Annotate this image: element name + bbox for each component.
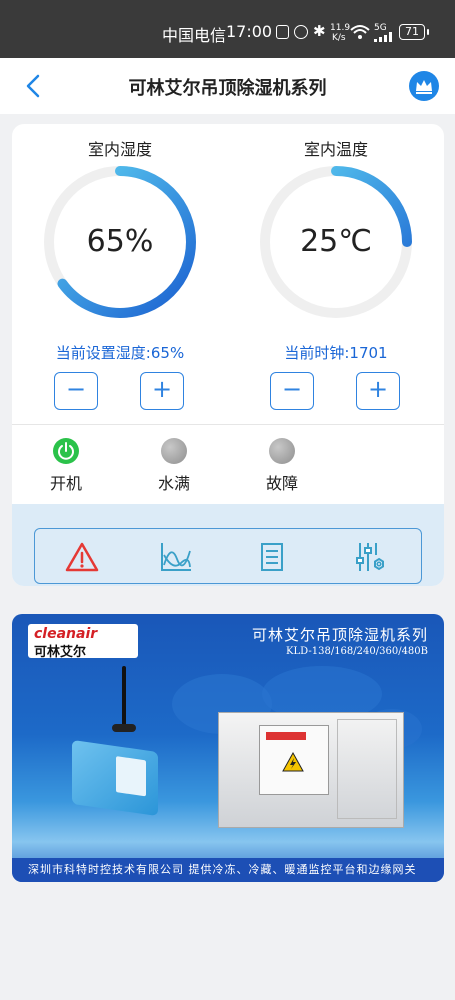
clock: 17:00 (226, 22, 273, 41)
power-icon (53, 438, 79, 464)
temperature-label: 室内温度 (303, 140, 368, 159)
humidity-increase-button[interactable]: + (140, 372, 184, 410)
app-bar: 可林艾尔吊顶除湿机系列 (0, 58, 455, 114)
bluetooth-icon: ✱ (313, 22, 326, 40)
temperature-value: 25℃ (300, 224, 372, 259)
unit-side-panel (337, 719, 397, 819)
temperature-increase-button[interactable]: + (356, 372, 400, 410)
banner-models: KLD-138/168/240/360/480B (286, 646, 428, 657)
status-power[interactable]: 开机 (31, 438, 101, 494)
list-icon[interactable] (255, 541, 289, 573)
banner-footer: 深圳市科特时控技术有限公司 提供冷冻、冷藏、暖通监控平台和边缘网关 (12, 858, 444, 882)
humidity-label: 室内湿度 (87, 140, 152, 159)
antenna-graphic (122, 666, 126, 728)
water-full-indicator-icon (161, 438, 187, 464)
page-title: 可林艾尔吊顶除湿机系列 (128, 78, 327, 99)
status-bar: 中国电信 17:00 ✱ 11.9 K/s 5G 71 (0, 0, 455, 58)
unit-electrical-panel (259, 725, 329, 795)
signal-icon (374, 32, 392, 42)
wifi-icon (350, 25, 370, 39)
settings-sliders-icon[interactable] (353, 541, 387, 573)
logo-text: cleanair (34, 626, 98, 642)
gateway-label-panel (116, 756, 146, 797)
status-power-label: 开机 (49, 474, 82, 493)
antenna-base (112, 724, 136, 732)
vip-button[interactable] (409, 71, 439, 101)
temperature-decrease-button[interactable]: − (270, 372, 314, 410)
humidity-value: 65% (86, 224, 154, 259)
alert-icon[interactable] (65, 541, 99, 573)
net-speed-unit: K/s (332, 33, 346, 43)
toolbar-area (12, 504, 444, 586)
humidity-setpoint: 当前设置湿度:65% (55, 344, 185, 362)
product-banner[interactable]: cleanair 可林艾尔 可林艾尔吊顶除湿机系列 KLD-138/168/24… (12, 614, 444, 882)
function-toolbar (34, 528, 422, 584)
net-speed-value: 11.9 (330, 23, 351, 33)
fault-indicator-icon (269, 438, 295, 464)
crown-icon (416, 80, 432, 94)
control-card: 室内湿度 65% 当前设置湿度:65% − + 室内温度 25℃ 当前时钟:17… (12, 124, 444, 586)
humidity-decrease-button[interactable]: − (54, 372, 98, 410)
status-fault: 故障 (247, 438, 317, 494)
status-fault-label: 故障 (265, 474, 298, 493)
chart-icon[interactable] (159, 541, 193, 573)
status-water-full: 水满 (139, 438, 209, 494)
battery-indicator: 71 (399, 24, 429, 40)
divider (12, 424, 444, 425)
alarm-icon (294, 25, 308, 39)
warning-label (266, 732, 306, 740)
logo-chinese-text: 可林艾尔 (34, 645, 87, 660)
brand-logo: cleanair 可林艾尔 (28, 624, 138, 660)
nfc-icon (276, 25, 289, 39)
dehumidifier-unit-image (218, 712, 404, 828)
high-voltage-icon (282, 752, 304, 772)
carrier-label: 中国电信 (162, 26, 227, 45)
status-water-full-label: 水满 (157, 474, 190, 493)
clock-display: 当前时钟:1701 (284, 344, 388, 362)
banner-title: 可林艾尔吊顶除湿机系列 (251, 626, 428, 644)
gateway-device-image (72, 739, 158, 817)
